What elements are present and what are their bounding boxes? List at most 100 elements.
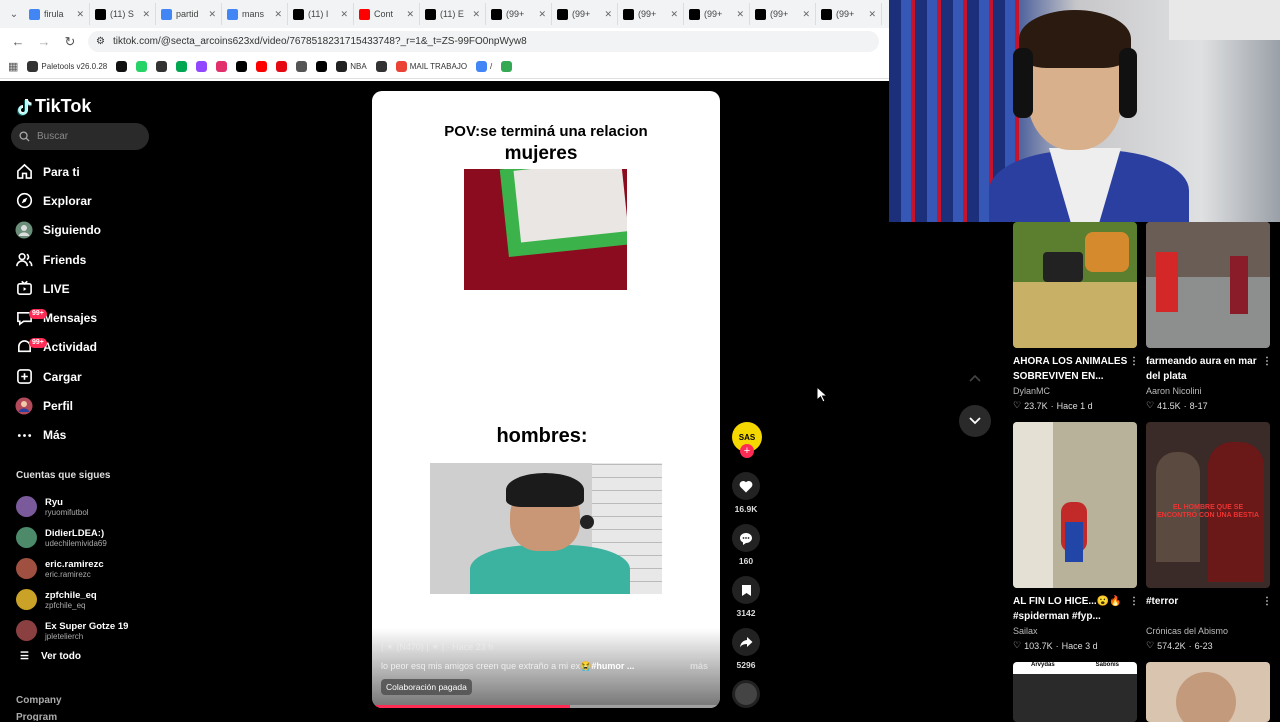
bookmark-item[interactable] (501, 61, 513, 72)
kebab-menu-icon[interactable]: ⋮ (1262, 354, 1272, 369)
bookmark-item[interactable] (156, 61, 168, 72)
bookmark-item[interactable]: NBA (336, 61, 367, 72)
followed-account[interactable]: eric.ramirezc eric.ramirezc (16, 553, 156, 584)
browser-tab[interactable]: (99+ ✕ (486, 3, 552, 25)
video-author[interactable]: DylanMC (1013, 386, 1139, 396)
recommended-video[interactable]: AHORA LOS ANIMALES SOBREVIVEN EN... ⋮ Dyl… (1013, 222, 1139, 411)
like-button[interactable]: 16.9K (732, 472, 760, 514)
recommended-video[interactable]: EL HOMBRE QUE SE ENCONTRÓ CON UNA BESTIA… (1146, 422, 1272, 651)
followed-account[interactable]: zpfchile_eq zpfchile_eq (16, 584, 156, 615)
kebab-menu-icon[interactable]: ⋮ (1129, 354, 1139, 369)
company-link[interactable]: Company (16, 695, 62, 706)
share-button[interactable]: 5296 (732, 628, 760, 670)
kebab-menu-icon[interactable]: ⋮ (1129, 594, 1139, 609)
browser-tab[interactable]: (99+ ✕ (816, 3, 882, 25)
nav-item-perfil[interactable]: Perfil (0, 391, 160, 420)
video-author[interactable]: Aaron Nicolini (1146, 386, 1272, 396)
reload-icon[interactable]: ↻ (62, 34, 78, 50)
video-player[interactable]: POV:se terminá una relacion mujeres homb… (372, 91, 720, 708)
close-icon[interactable]: ✕ (736, 9, 744, 20)
browser-tab[interactable]: Cont ✕ (354, 3, 420, 25)
apps-grid-icon[interactable]: ▦ (8, 60, 18, 73)
music-disc-icon[interactable] (732, 680, 760, 708)
close-icon[interactable]: ✕ (802, 9, 810, 20)
browser-tab[interactable]: (99+ ✕ (618, 3, 684, 25)
caption-hashtag[interactable]: #humor ... (591, 661, 634, 671)
kebab-menu-icon[interactable]: ⋮ (1262, 594, 1272, 609)
nav-item-mensajes[interactable]: 99+ Mensajes (0, 303, 160, 332)
bookmark-item[interactable]: MAIL TRABAJO (395, 61, 467, 72)
bookmark-item[interactable] (176, 61, 188, 72)
recommended-video[interactable]: farmeando aura en mar del plata ⋮ Aaron N… (1146, 222, 1272, 411)
browser-tab[interactable]: (99+ ✕ (750, 3, 816, 25)
browser-tab[interactable]: (99+ ✕ (552, 3, 618, 25)
back-icon[interactable]: ← (10, 34, 26, 49)
followed-account[interactable]: Ex Super Gotze 19 jpletelierch (16, 615, 156, 646)
close-icon[interactable]: ✕ (76, 9, 84, 20)
browser-tab[interactable]: mans ✕ (222, 3, 288, 25)
nav-item-explorar[interactable]: Explorar (0, 186, 160, 215)
site-info-icon[interactable]: ⚙ (96, 36, 105, 47)
video-thumbnail[interactable] (1146, 662, 1270, 722)
nav-item-m-s[interactable]: Más (0, 421, 160, 450)
video-thumbnail[interactable] (1013, 422, 1137, 588)
video-thumbnail[interactable] (1146, 222, 1270, 348)
bookmark-item[interactable] (296, 61, 308, 72)
close-icon[interactable]: ✕ (406, 9, 414, 20)
close-icon[interactable]: ✕ (670, 9, 678, 20)
video-author[interactable]: Crónicas del Abismo (1146, 626, 1272, 636)
caption-more-button[interactable]: más (690, 661, 708, 671)
bookmark-item[interactable] (196, 61, 208, 72)
browser-tab[interactable]: firula ✕ (24, 3, 90, 25)
browser-tab[interactable]: (11) I ✕ (288, 3, 354, 25)
close-icon[interactable]: ✕ (604, 9, 612, 20)
video-progress-bar[interactable] (372, 705, 720, 708)
nav-item-live[interactable]: LIVE (0, 274, 160, 303)
bookmark-item[interactable] (316, 61, 328, 72)
tiktok-logo[interactable]: TikTok (16, 96, 91, 117)
bookmark-item[interactable] (116, 61, 128, 72)
close-icon[interactable]: ✕ (208, 9, 216, 20)
nav-item-friends[interactable]: Friends (0, 245, 160, 274)
recommended-video[interactable] (1146, 662, 1272, 722)
nav-item-actividad[interactable]: 99+ Actividad (0, 333, 160, 362)
forward-icon[interactable]: → (36, 34, 52, 49)
previous-video-button[interactable] (959, 362, 991, 394)
search-input[interactable]: Buscar (11, 123, 149, 150)
bookmark-item[interactable] (276, 61, 288, 72)
bookmark-item[interactable] (256, 61, 268, 72)
follow-plus-icon[interactable]: + (740, 444, 754, 458)
recommended-video[interactable]: AL FIN LO HICE...😮🔥 #spiderman #fyp... ⋮ … (1013, 422, 1139, 651)
bookmark-item[interactable]: Paletools v26.0.28 (27, 61, 107, 72)
video-thumbnail[interactable] (1013, 222, 1137, 348)
bookmark-item[interactable] (236, 61, 248, 72)
followed-account[interactable]: DidierLDEA:) udechilemivida69 (16, 522, 156, 553)
close-icon[interactable]: ✕ (538, 9, 546, 20)
close-icon[interactable]: ✕ (868, 9, 876, 20)
url-field[interactable]: ⚙ tiktok.com/@secta_arcoins623xd/video/7… (88, 31, 879, 52)
tab-list-chevron-icon[interactable]: ⌄ (4, 9, 24, 20)
bookmark-item[interactable] (375, 61, 387, 72)
video-author[interactable]: Sailax (1013, 626, 1139, 636)
video-thumbnail[interactable]: EL HOMBRE QUE SE ENCONTRÓ CON UNA BESTIA (1146, 422, 1270, 588)
nav-item-para-ti[interactable]: Para ti (0, 157, 160, 186)
bookmark-item[interactable] (136, 61, 148, 72)
video-thumbnail[interactable]: Arvydas Sabonis (1013, 662, 1137, 722)
bookmark-item[interactable] (216, 61, 228, 72)
close-icon[interactable]: ✕ (472, 9, 480, 20)
browser-tab[interactable]: (11) E ✕ (420, 3, 486, 25)
bookmark-item[interactable]: / (476, 61, 492, 72)
followed-account[interactable]: Ryu ryuomifutbol (16, 491, 156, 522)
next-video-button[interactable] (959, 405, 991, 437)
nav-item-siguiendo[interactable]: Siguiendo (0, 216, 160, 245)
browser-tab[interactable]: (11) S ✕ (90, 3, 156, 25)
close-icon[interactable]: ✕ (274, 9, 282, 20)
close-icon[interactable]: ✕ (340, 9, 348, 20)
video-author[interactable]: | ☀ (N470) | ☀ | · Hace 23 h (381, 642, 493, 653)
see-all-button[interactable]: ☰ Ver todo (20, 651, 81, 662)
recommended-video[interactable]: Arvydas Sabonis (1013, 662, 1139, 722)
save-button[interactable]: 3142 (732, 576, 760, 618)
close-icon[interactable]: ✕ (142, 9, 150, 20)
nav-item-cargar[interactable]: Cargar (0, 362, 160, 391)
comment-button[interactable]: 160 (732, 524, 760, 566)
